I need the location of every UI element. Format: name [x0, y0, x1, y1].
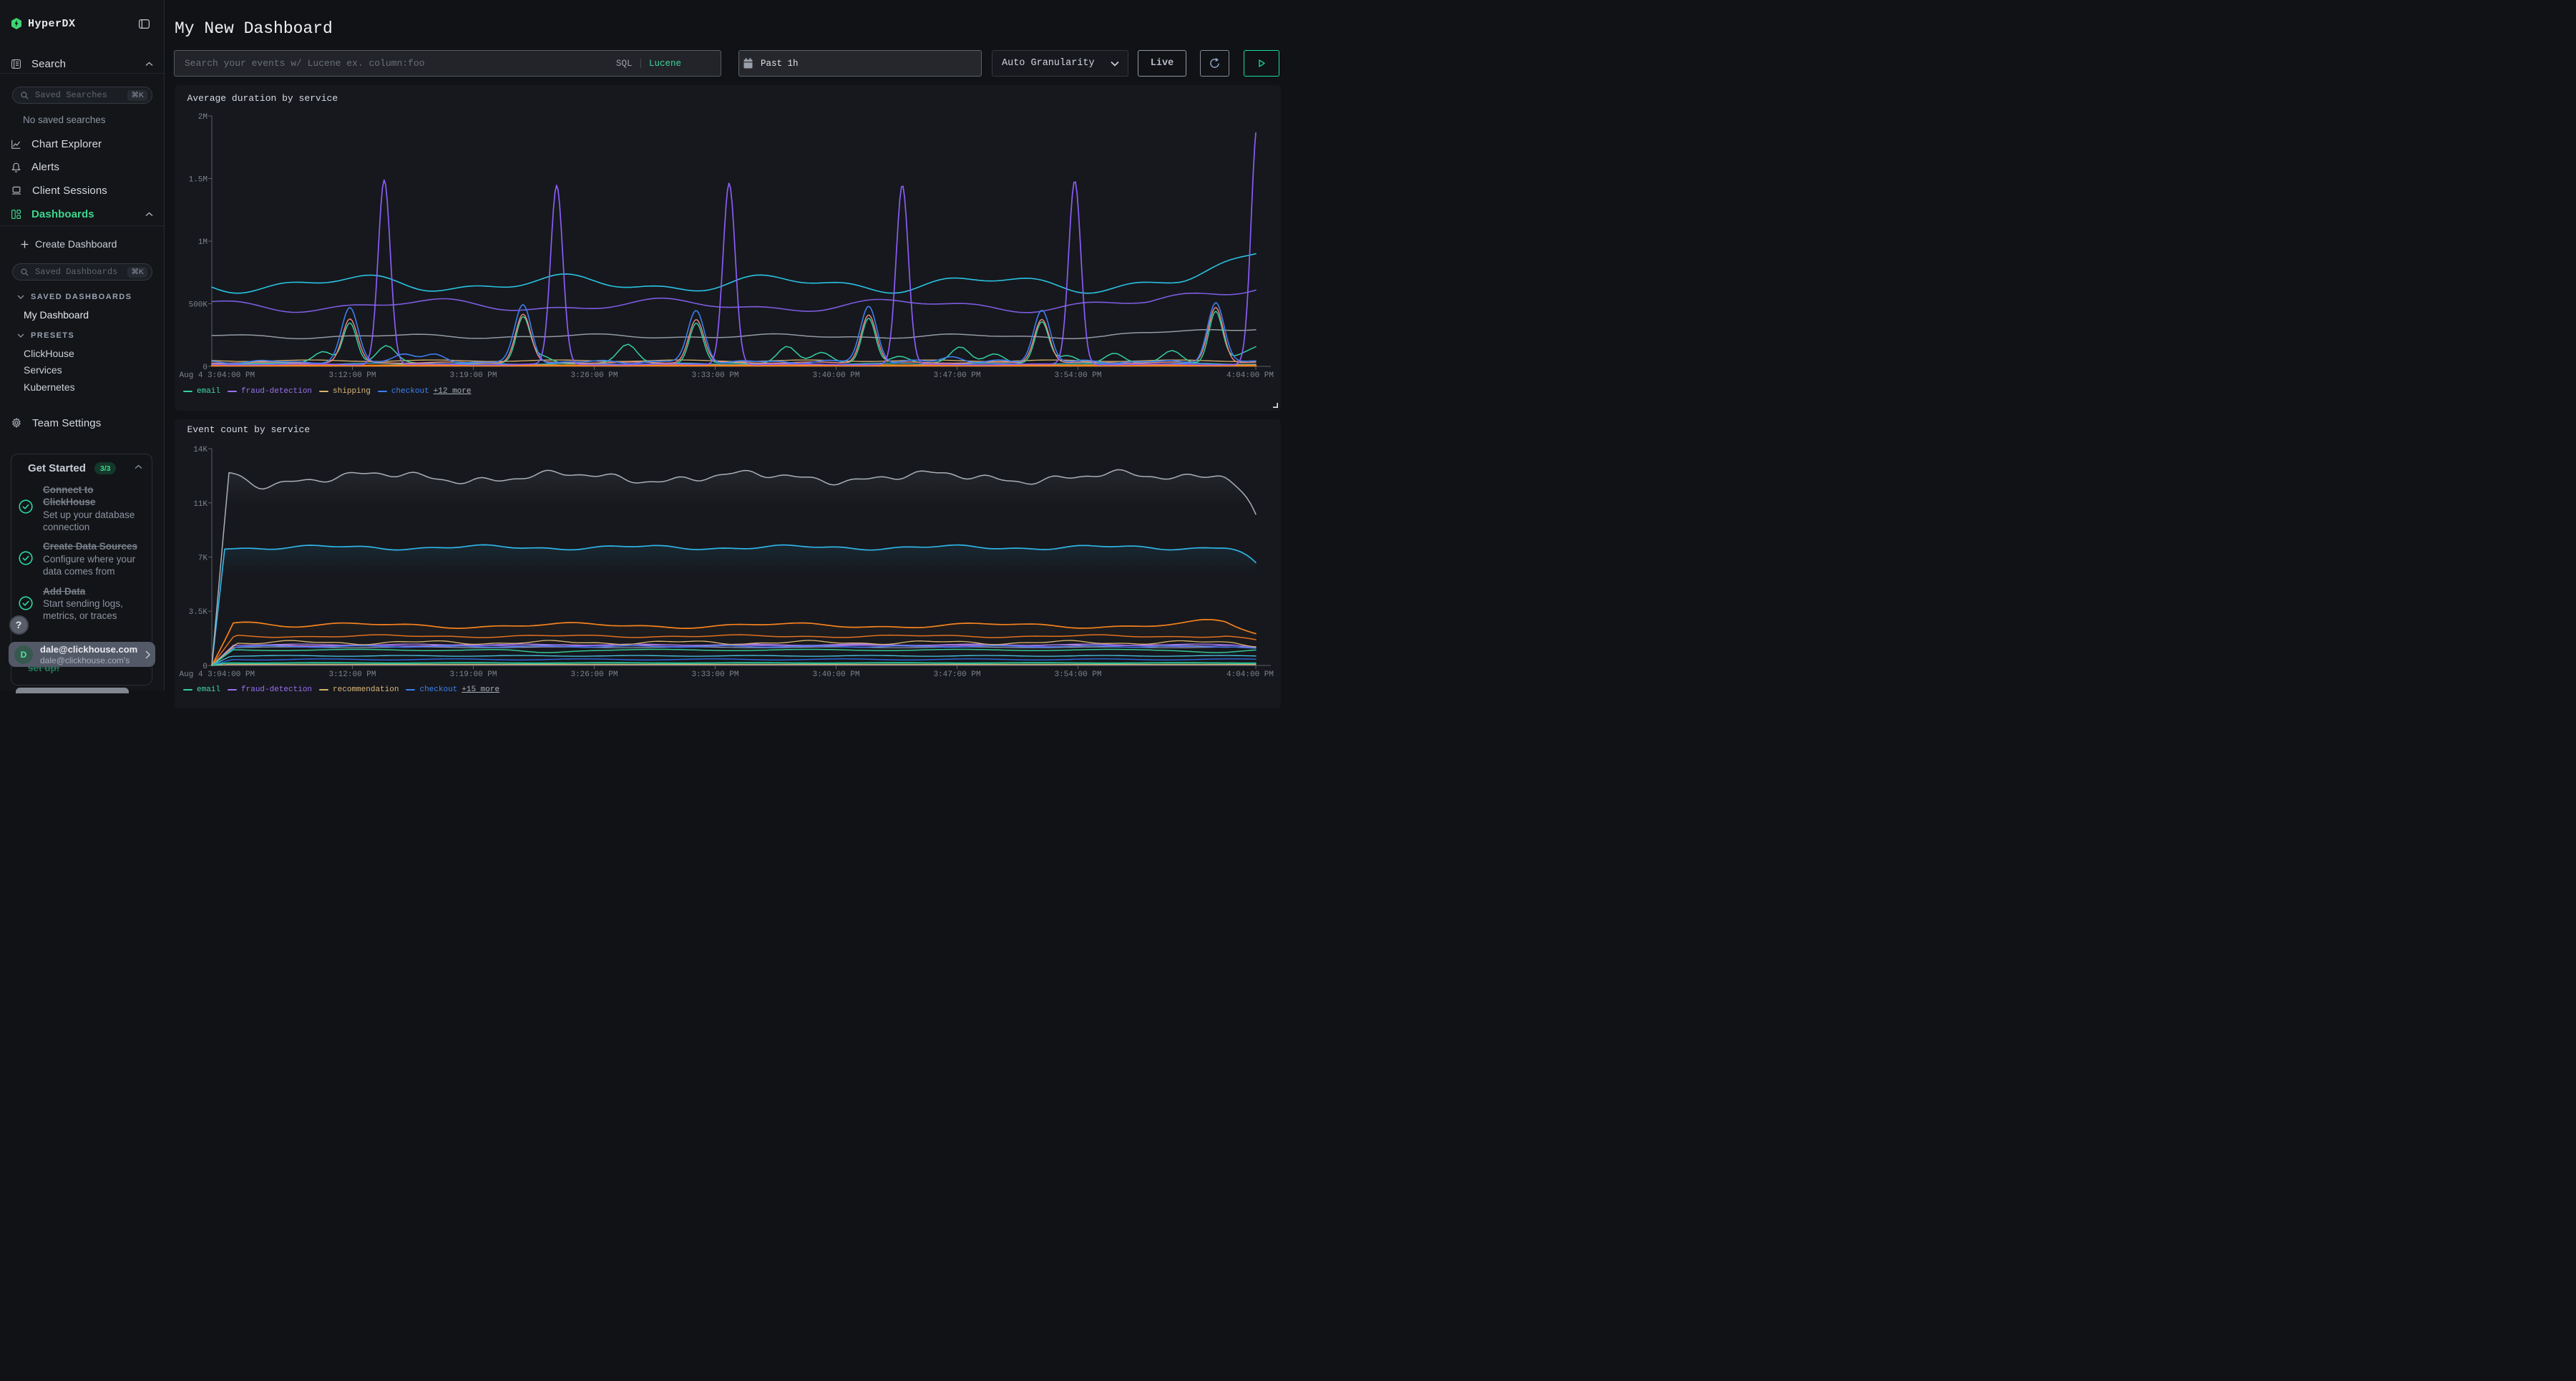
- svg-text:3:19:00 PM: 3:19:00 PM: [449, 371, 497, 380]
- svg-text:3:47:00 PM: 3:47:00 PM: [933, 670, 980, 679]
- svg-text:4:04:00 PM: 4:04:00 PM: [1226, 670, 1274, 679]
- svg-text:Aug 4 3:04:00 PM: Aug 4 3:04:00 PM: [180, 371, 255, 380]
- svg-text:3.5K: 3.5K: [189, 608, 208, 617]
- svg-text:3:33:00 PM: 3:33:00 PM: [691, 371, 738, 380]
- svg-text:Aug 4 3:04:00 PM: Aug 4 3:04:00 PM: [180, 670, 255, 679]
- svg-text:3:40:00 PM: 3:40:00 PM: [812, 670, 859, 679]
- svg-text:3:54:00 PM: 3:54:00 PM: [1054, 371, 1101, 380]
- svg-text:4:04:00 PM: 4:04:00 PM: [1226, 371, 1274, 380]
- svg-text:3:26:00 PM: 3:26:00 PM: [570, 371, 618, 380]
- svg-text:2M: 2M: [198, 113, 208, 122]
- svg-text:3:12:00 PM: 3:12:00 PM: [328, 670, 376, 679]
- svg-text:14K: 14K: [193, 446, 208, 454]
- svg-text:3:33:00 PM: 3:33:00 PM: [691, 670, 738, 679]
- svg-text:3:40:00 PM: 3:40:00 PM: [812, 371, 859, 380]
- svg-text:3:54:00 PM: 3:54:00 PM: [1054, 670, 1101, 679]
- svg-text:3:26:00 PM: 3:26:00 PM: [570, 670, 618, 679]
- svg-text:7K: 7K: [198, 555, 208, 563]
- svg-text:500K: 500K: [189, 301, 208, 310]
- svg-text:3:47:00 PM: 3:47:00 PM: [933, 371, 980, 380]
- svg-text:1.5M: 1.5M: [189, 176, 208, 185]
- svg-text:3:12:00 PM: 3:12:00 PM: [328, 371, 376, 380]
- svg-text:11K: 11K: [193, 500, 208, 509]
- svg-text:1M: 1M: [198, 238, 208, 247]
- svg-text:3:19:00 PM: 3:19:00 PM: [449, 670, 497, 679]
